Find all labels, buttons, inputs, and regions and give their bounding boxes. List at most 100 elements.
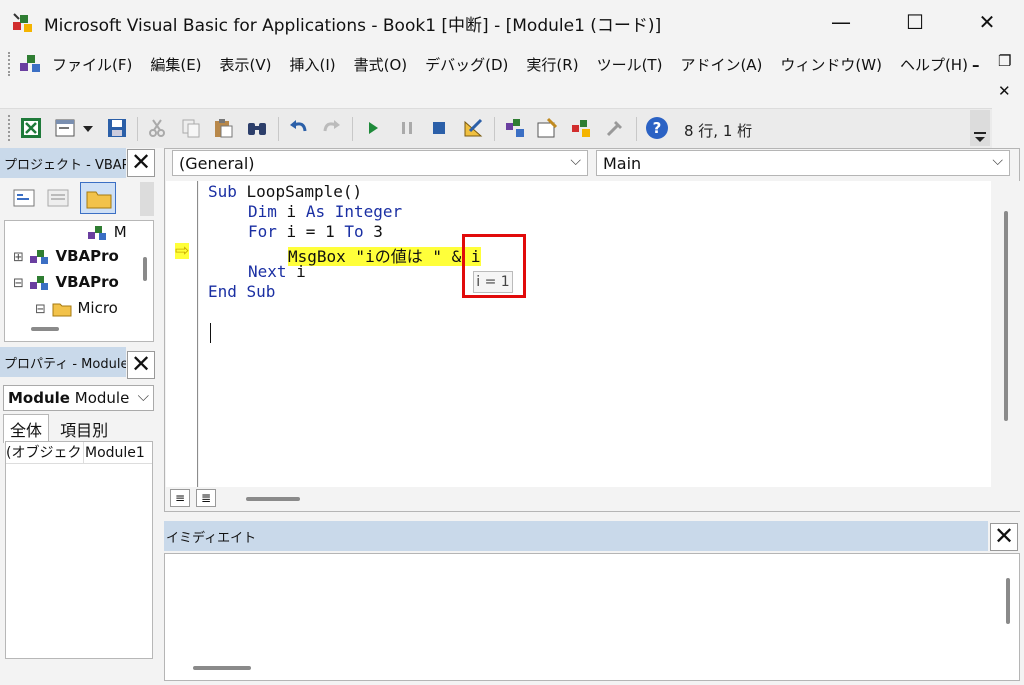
full-module-view-button[interactable]: ≣ <box>196 489 216 507</box>
menu-view[interactable]: 表示(V) <box>220 54 272 75</box>
find-icon[interactable] <box>246 117 268 139</box>
collapse-icon[interactable]: ⊟ <box>35 302 46 317</box>
code-vertical-scrollbar[interactable] <box>992 181 1020 487</box>
property-row[interactable]: (オブジェク Module1 <box>6 442 152 464</box>
module-icon <box>88 225 106 240</box>
procedure-view-button[interactable]: ≡ <box>170 489 190 507</box>
tab-alphabetic[interactable]: 全体 <box>3 414 50 443</box>
code-line-4-current: MsgBox "iの値は " & i <box>288 243 481 267</box>
code-line-2: Dim i As Integer <box>248 202 403 221</box>
copy-icon[interactable] <box>180 117 202 139</box>
undo-icon[interactable] <box>288 117 310 139</box>
code-horizontal-bar: ≡ ≣ <box>166 487 1020 511</box>
window-title: Microsoft Visual Basic for Applications … <box>44 16 662 36</box>
property-name: (オブジェク <box>6 442 84 463</box>
text-caret <box>210 323 211 343</box>
break-icon[interactable] <box>396 117 418 139</box>
code-editor[interactable]: Sub LoopSample() Dim i As Integer For i … <box>199 181 991 487</box>
tree-item-module[interactable]: M <box>87 223 127 242</box>
menu-insert[interactable]: 挿入(I) <box>290 54 336 75</box>
close-button[interactable]: ✕ <box>972 8 1002 36</box>
menu-debug[interactable]: デバッグ(D) <box>425 54 508 75</box>
insert-userform-icon[interactable] <box>54 117 76 139</box>
annotation-highlight-box <box>462 234 526 298</box>
tree-item-vbaproject-2[interactable]: ⊟ VBAPro <box>13 273 119 292</box>
horizontal-scrollbar-thumb[interactable] <box>246 497 300 501</box>
scrollbar-thumb[interactable] <box>1004 211 1008 421</box>
procedure-combo[interactable]: Main ⌵ <box>596 150 1010 176</box>
run-icon[interactable] <box>362 117 384 139</box>
dropdown-arrow-icon[interactable] <box>80 117 96 139</box>
properties-object-select[interactable]: Module Module ⌵ <box>3 385 154 411</box>
excel-view-icon[interactable] <box>20 117 42 139</box>
property-value[interactable]: Module1 <box>84 442 145 463</box>
project-explorer-icon[interactable] <box>504 117 526 139</box>
vbaproject-icon <box>29 249 48 264</box>
vba-app-icon <box>13 13 32 32</box>
tree-vscroll-thumb[interactable] <box>143 257 147 281</box>
menu-grip[interactable] <box>8 52 11 76</box>
reset-icon[interactable] <box>428 117 450 139</box>
tree-item-vbaproject-1[interactable]: ⊞ VBAPro <box>13 247 119 266</box>
tab-categorized[interactable]: 項目別 <box>54 415 114 443</box>
svg-text:?: ? <box>653 119 662 137</box>
immediate-window-title: イミディエイト <box>164 521 988 551</box>
object-combo[interactable]: (General) ⌵ <box>172 150 588 176</box>
immediate-window[interactable] <box>164 553 1020 681</box>
properties-window-icon[interactable] <box>536 117 558 139</box>
tree-hscroll-thumb[interactable] <box>31 327 59 331</box>
menu-addins[interactable]: アドイン(A) <box>680 54 762 75</box>
tree-item-label: Micro <box>77 299 118 317</box>
menu-file[interactable]: ファイル(F) <box>52 54 132 75</box>
project-panel-close-button[interactable]: ✕ <box>127 149 155 177</box>
paste-icon[interactable] <box>212 117 234 139</box>
cursor-position-status: 8 行, 1 桁 <box>684 122 753 140</box>
maximize-button[interactable]: ☐ <box>900 8 930 36</box>
project-toolbar-overflow[interactable] <box>140 182 154 216</box>
toolbox-icon[interactable] <box>604 117 626 139</box>
immediate-vscroll-thumb[interactable] <box>1006 578 1010 624</box>
toolbar-overflow-button[interactable] <box>970 110 990 146</box>
code-line-3: For i = 1 To 3 <box>248 222 383 241</box>
folder-icon <box>86 191 112 209</box>
object-type: Module <box>74 389 130 407</box>
code-margin-indicator-bar[interactable]: ⇨ <box>166 181 198 487</box>
immediate-window-close-button[interactable]: ✕ <box>990 523 1018 551</box>
save-icon[interactable] <box>106 117 128 139</box>
toolbar-separator <box>137 117 138 141</box>
folder-icon <box>52 303 72 316</box>
tree-item-label: VBAPro <box>55 247 119 265</box>
design-mode-icon[interactable] <box>462 117 484 139</box>
object-browser-icon[interactable] <box>570 117 592 139</box>
toolbar-separator <box>278 117 279 141</box>
current-statement-highlight: MsgBox "iの値は " & i <box>288 247 481 266</box>
menu-run[interactable]: 実行(R) <box>526 54 578 75</box>
properties-panel-close-button[interactable]: ✕ <box>127 351 155 379</box>
help-icon[interactable]: ? <box>645 116 669 140</box>
redo-icon[interactable] <box>320 117 342 139</box>
collapse-icon[interactable]: ⊟ <box>13 276 24 291</box>
menu-window[interactable]: ウィンドウ(W) <box>780 54 882 75</box>
toolbar-grip[interactable] <box>8 115 11 141</box>
mdi-close-button[interactable]: ✕ <box>998 82 1011 100</box>
vba-module-icon <box>20 55 40 72</box>
expand-icon[interactable]: ⊞ <box>13 250 24 265</box>
project-panel-title: プロジェクト - VBAP <box>0 148 126 178</box>
view-code-icon[interactable] <box>12 187 36 209</box>
minimize-button[interactable]: — <box>826 8 856 36</box>
menu-help[interactable]: ヘルプ(H) <box>900 54 968 75</box>
toolbar-overflow-icon <box>974 132 986 142</box>
tree-item-microsoft-excel-objects[interactable]: ⊟ Micro <box>35 299 118 318</box>
menu-tools[interactable]: ツール(T) <box>597 54 663 75</box>
cut-icon[interactable] <box>146 117 168 139</box>
menu-format[interactable]: 書式(O) <box>354 54 408 75</box>
menu-edit[interactable]: 編集(E) <box>150 54 201 75</box>
view-object-icon[interactable] <box>46 187 70 209</box>
toggle-folders-button[interactable] <box>80 182 116 214</box>
mdi-minimize-button[interactable]: – <box>972 56 980 74</box>
tree-item-label: M <box>113 223 127 241</box>
properties-panel-title: プロパティ - Module <box>0 347 126 377</box>
mdi-restore-button[interactable]: ❐ <box>998 52 1011 70</box>
procedure-combo-value: Main <box>603 154 642 173</box>
immediate-hscroll-thumb[interactable] <box>193 666 251 670</box>
